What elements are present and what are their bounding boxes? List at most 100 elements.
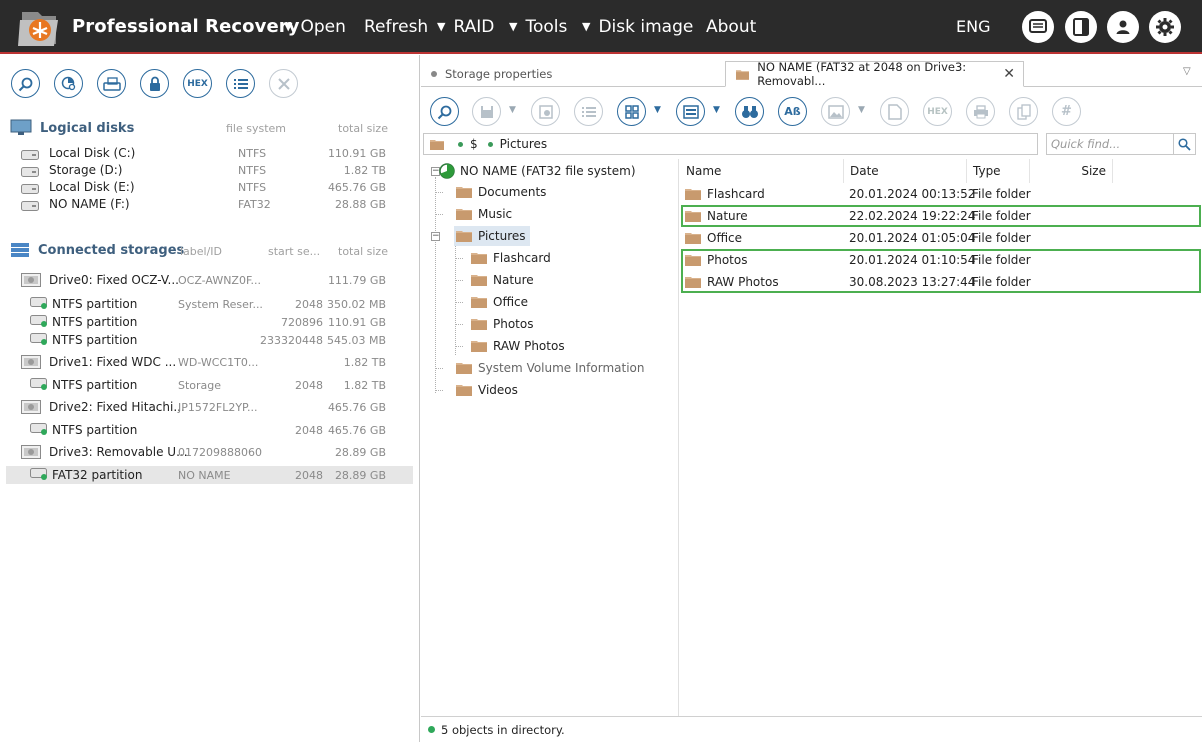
settings-gear-icon[interactable] — [1149, 11, 1181, 43]
tree-guide — [455, 245, 456, 355]
scan-icon[interactable] — [11, 69, 40, 98]
tab-file-system[interactable]: NO NAME (FAT32 at 2048 on Drive3: Remova… — [725, 60, 1024, 88]
storage-partition-item[interactable]: NTFS partition 720896 110.91 GB — [6, 313, 413, 331]
tree-node[interactable]: Documents — [454, 182, 550, 202]
disk-image-icon[interactable] — [97, 69, 126, 98]
folder-icon — [471, 318, 487, 330]
tree-node[interactable]: System Volume Information — [454, 358, 648, 378]
tree-node[interactable]: RAW Photos — [469, 336, 569, 356]
language-selector[interactable]: ENG — [956, 17, 990, 36]
preview-dropdown-arrow-icon[interactable]: ▼ — [713, 105, 720, 115]
hdd-icon — [21, 183, 39, 197]
storage-name: FAT32 partition — [52, 468, 143, 482]
save-dropdown-arrow-icon[interactable]: ▼ — [509, 105, 516, 115]
tree-node[interactable]: Nature — [469, 270, 538, 290]
logical-disks-title: Logical disks — [40, 120, 135, 136]
save-icon[interactable] — [472, 97, 501, 126]
column-date[interactable]: Date — [844, 159, 967, 183]
search-icon[interactable] — [1174, 133, 1196, 155]
tree-root-label: NO NAME (FAT32 file system) — [460, 164, 636, 178]
storage-size: 28.89 GB — [334, 446, 386, 459]
image-preview-icon[interactable] — [821, 97, 850, 126]
quick-find-input[interactable]: Quick find... — [1046, 133, 1174, 155]
scan-icon[interactable] — [430, 97, 459, 126]
tab-close-icon[interactable]: ✕ — [1003, 66, 1015, 82]
path-current-folder[interactable]: Pictures — [500, 137, 548, 151]
checklist-icon[interactable] — [574, 97, 603, 126]
logical-disk-item[interactable]: Local Disk (E:) NTFS 465.76 GB — [6, 179, 413, 196]
close-icon[interactable] — [269, 69, 298, 98]
menu-refresh[interactable]: Refresh — [364, 17, 428, 37]
hash-icon[interactable]: # — [1052, 97, 1081, 126]
logical-disk-item[interactable]: Storage (D:) NTFS 1.82 TB — [6, 162, 413, 179]
path-root[interactable]: $ — [470, 137, 478, 151]
storage-drive-item[interactable]: Drive0: Fixed OCZ-V... OCZ-AWNZ0F... 111… — [6, 271, 413, 289]
user-icon[interactable] — [1107, 11, 1139, 43]
tree-node[interactable]: Pictures — [454, 226, 530, 246]
storage-partition-item[interactable]: NTFS partition 233320448 545.03 MB — [6, 331, 413, 349]
path-bar[interactable]: $ Pictures — [423, 133, 1038, 155]
file-row[interactable]: Flashcard 20.01.2024 00:13:52 File folde… — [680, 183, 1202, 205]
tree-root[interactable]: NO NAME (FAT32 file system) — [439, 161, 636, 181]
tab-storage-properties[interactable]: Storage properties — [431, 61, 721, 87]
binoculars-icon[interactable] — [735, 97, 764, 126]
menu-raid[interactable]: ▼ RAID — [437, 17, 494, 37]
case-icon[interactable]: Aß — [778, 97, 807, 126]
column-label-id: label/ID — [180, 245, 223, 258]
copy-icon[interactable] — [1009, 97, 1038, 126]
save-options-icon[interactable] — [531, 97, 560, 126]
view-dropdown-arrow-icon[interactable]: ▼ — [654, 105, 661, 115]
menu-about[interactable]: About — [706, 17, 756, 37]
hex-icon[interactable]: HEX — [183, 69, 212, 98]
messages-icon[interactable] — [1022, 11, 1054, 43]
connected-storages-title: Connected storages — [38, 242, 185, 258]
storage-name: Drive1: Fixed WDC ... — [49, 355, 177, 369]
storage-partition-item[interactable]: FAT32 partition NO NAME 2048 28.89 GB — [6, 466, 413, 484]
menu-disk-image[interactable]: ▼ Disk image — [582, 17, 693, 37]
collapse-icon[interactable]: − — [431, 232, 440, 241]
storage-drive-item[interactable]: Drive1: Fixed WDC ... WD-WCC1T0... 1.82 … — [6, 353, 413, 371]
tab-overflow-icon[interactable]: ▽ — [1183, 66, 1191, 77]
column-name[interactable]: Name — [680, 159, 844, 183]
highlight-box-nature — [681, 205, 1201, 227]
drive-icon — [21, 445, 41, 462]
storage-partition-item[interactable]: NTFS partition Storage 2048 1.82 TB — [6, 376, 413, 394]
partition-search-icon[interactable] — [54, 69, 83, 98]
view-mode-icon[interactable] — [617, 97, 646, 126]
partition-icon — [30, 333, 48, 348]
tree-node[interactable]: Flashcard — [469, 248, 555, 268]
storage-partition-item[interactable]: NTFS partition System Reser... 2048 350.… — [6, 295, 413, 313]
folder-icon — [456, 384, 472, 396]
tree-node[interactable]: Music — [454, 204, 516, 224]
tree-node[interactable]: Photos — [469, 314, 537, 334]
column-size[interactable]: Size — [1030, 159, 1113, 183]
title-divider — [0, 52, 1202, 54]
menu-tools[interactable]: ▼ Tools — [509, 17, 567, 37]
file-row[interactable]: Office 20.01.2024 01:05:04 File folder — [680, 227, 1202, 249]
status-text: 5 objects in directory. — [441, 722, 565, 737]
hex-view-icon[interactable]: HEX — [923, 97, 952, 126]
logical-disk-item[interactable]: NO NAME (F:) FAT32 28.88 GB — [6, 196, 413, 213]
list-icon[interactable] — [226, 69, 255, 98]
lock-icon[interactable] — [140, 69, 169, 98]
storage-partition-item[interactable]: NTFS partition 2048 465.76 GB — [6, 421, 413, 439]
tree-node[interactable]: Office — [469, 292, 532, 312]
preview-icon[interactable] — [676, 97, 705, 126]
drive-icon — [21, 273, 41, 290]
tree-branch — [435, 214, 443, 215]
disk-size: 110.91 GB — [327, 147, 386, 160]
print-icon[interactable] — [966, 97, 995, 126]
image-dropdown-arrow-icon[interactable]: ▼ — [858, 105, 865, 115]
storage-name: NTFS partition — [52, 378, 138, 392]
storage-name: NTFS partition — [52, 297, 138, 311]
tree-node[interactable]: Videos — [454, 380, 522, 400]
storage-drive-item[interactable]: Drive3: Removable U... 017209888060 28.8… — [6, 443, 413, 461]
panel-toggle-icon[interactable] — [1065, 11, 1097, 43]
tree-node-label: Office — [493, 295, 529, 309]
export-icon[interactable] — [880, 97, 909, 126]
storage-drive-item[interactable]: Drive2: Fixed Hitachi... JP1572FL2YP... … — [6, 398, 413, 416]
menu-open[interactable]: ▼ Open — [284, 17, 346, 37]
logical-disks-header: Logical disks — [10, 119, 134, 137]
logical-disk-item[interactable]: Local Disk (C:) NTFS 110.91 GB — [6, 145, 413, 162]
column-type[interactable]: Type — [967, 159, 1030, 183]
